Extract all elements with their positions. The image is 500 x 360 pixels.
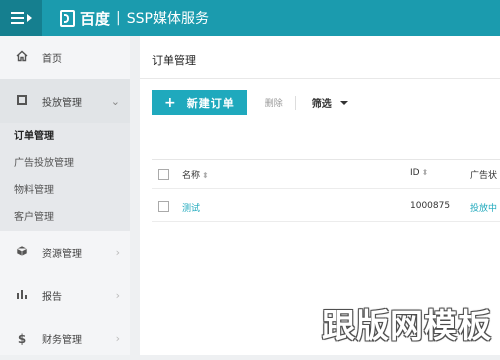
caret-down-icon [339, 100, 348, 105]
sidebar-item-label: 报告 [42, 292, 62, 303]
dollar-icon: $ [17, 331, 27, 346]
divider [140, 78, 500, 79]
caret-right-icon [26, 14, 32, 22]
select-all-checkbox[interactable] [158, 169, 169, 180]
hamburger-icon [10, 12, 24, 24]
sidebar-item-reports[interactable]: 报告 › [0, 274, 130, 317]
square-icon [12, 94, 32, 108]
row-checkbox[interactable] [158, 201, 169, 212]
chevron-right-icon: › [115, 289, 120, 302]
sidebar-item-label: 投放管理 [42, 97, 82, 109]
new-order-label: 新建订单 [186, 96, 235, 110]
sidebar-item-finance[interactable]: $ 财务管理 › [0, 317, 130, 360]
brand: 百度 | SSP媒体服务 [60, 0, 209, 36]
sidebar-subitem-materials[interactable]: 物料管理 [0, 177, 130, 204]
sidebar-item-resources[interactable]: 资源管理 › [0, 231, 130, 274]
sidebar-item-home[interactable]: 首页 [0, 36, 130, 79]
sidebar-subnav: 订单管理 广告投放管理 物料管理 客户管理 [0, 123, 130, 231]
column-label: 名称 [182, 171, 201, 181]
divider [152, 221, 500, 222]
sidebar-subitem-orders[interactable]: 订单管理 [0, 123, 130, 150]
sidebar-item-label: 首页 [42, 54, 62, 65]
top-bar: 百度 | SSP媒体服务 [0, 0, 500, 36]
watermark: 跟版网模板 [322, 306, 492, 345]
table-header: 名称 ⬍ ID ⬍ 广告状 [152, 160, 500, 188]
delete-button[interactable]: 删除 [265, 96, 283, 109]
sidebar-subitem-ad-delivery[interactable]: 广告投放管理 [0, 150, 130, 177]
sidebar-subitem-clients[interactable]: 客户管理 [0, 204, 130, 231]
new-order-button[interactable]: + 新建订单 [152, 90, 247, 115]
sidebar-item-delivery[interactable]: 投放管理 ⌄ [0, 79, 130, 123]
order-status[interactable]: 投放中 [470, 201, 497, 214]
filter-dropdown[interactable]: 筛选 [312, 95, 348, 110]
order-name-link[interactable]: 测试 [182, 201, 200, 214]
brand-separator: | [116, 10, 121, 26]
bar-chart-icon [12, 288, 32, 303]
toolbar: + 新建订单 删除 筛选 [152, 90, 348, 115]
filter-label: 筛选 [311, 99, 332, 110]
sidebar: 首页 投放管理 ⌄ 订单管理 广告投放管理 物料管理 客户管理 资源管理 › 报… [0, 36, 130, 355]
column-header-name[interactable]: 名称 ⬍ [182, 168, 209, 181]
divider [294, 95, 296, 110]
home-icon [12, 50, 32, 65]
column-header-id[interactable]: ID ⬍ [410, 168, 428, 178]
column-label: ID [410, 168, 420, 178]
column-header-status: 广告状 [470, 171, 498, 181]
sidebar-item-label: 资源管理 [42, 249, 82, 260]
page-title: 订单管理 [152, 54, 196, 67]
order-id: 1000875 [410, 201, 451, 211]
chevron-right-icon: › [115, 332, 120, 345]
brand-subtitle: SSP媒体服务 [126, 11, 209, 27]
brand-name: 百度 [80, 9, 111, 28]
chevron-down-icon: ⌄ [110, 94, 120, 108]
sort-icon: ⬍ [202, 171, 209, 180]
menu-toggle-button[interactable] [0, 0, 42, 36]
sidebar-item-label: 财务管理 [42, 335, 82, 346]
baidu-logo-icon [60, 9, 75, 27]
cube-icon [12, 245, 32, 260]
chevron-right-icon: › [115, 246, 120, 259]
divider [152, 188, 500, 189]
plus-icon: + [164, 94, 177, 111]
sort-icon: ⬍ [421, 168, 429, 177]
